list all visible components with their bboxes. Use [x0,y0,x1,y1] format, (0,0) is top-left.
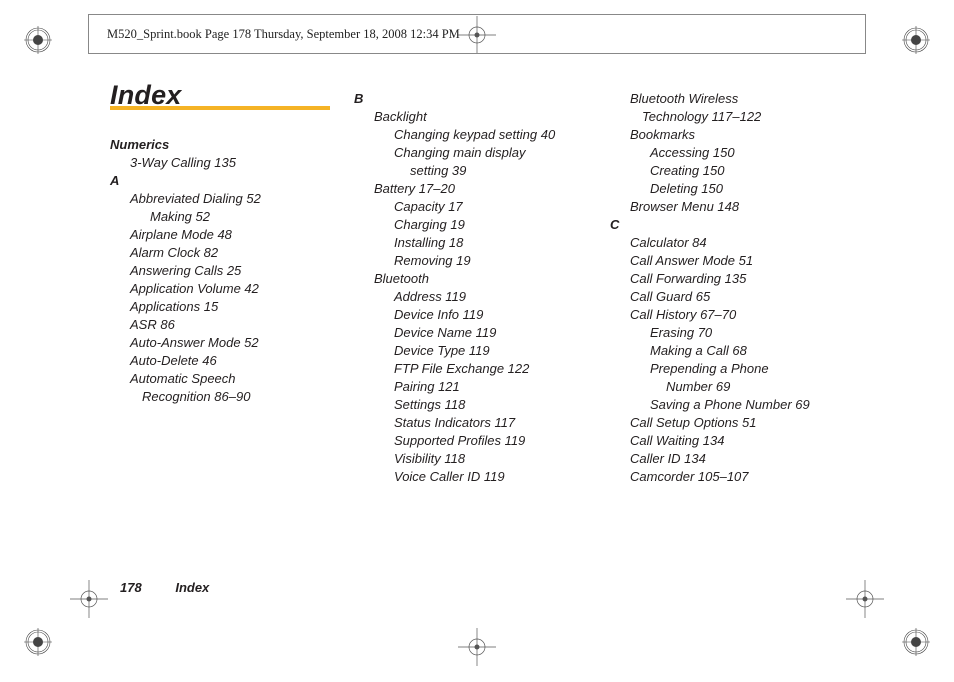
column-2: B Backlight Changing keypad setting 40 C… [354,90,604,486]
index-subentry: Status Indicators 117 [394,414,604,432]
crop-header-frame: M520_Sprint.book Page 178 Thursday, Sept… [88,14,866,54]
index-subentry: Saving a Phone Number 69 [650,396,870,414]
index-subentry: Voice Caller ID 119 [394,468,604,486]
index-entry-wrap: Recognition 86–90 [142,388,350,406]
index-subentry: Changing keypad setting 40 [394,126,604,144]
index-entry: Call Setup Options 51 [630,414,870,432]
page-title: Index [110,86,350,104]
index-subentry: Settings 118 [394,396,604,414]
index-entry: Call Waiting 134 [630,432,870,450]
index-entry: Call Answer Mode 51 [630,252,870,270]
index-entry: Airplane Mode 48 [130,226,350,244]
index-entry: Browser Menu 148 [630,198,870,216]
index-entry: Call Guard 65 [630,288,870,306]
index-entry: Automatic Speech [130,370,350,388]
index-subentry-wrap: Number 69 [666,378,870,396]
index-entry-wrap: Technology 117–122 [642,108,870,126]
index-entry: Bluetooth [374,270,604,288]
index-subentry: FTP File Exchange 122 [394,360,604,378]
index-entry: Caller ID 134 [630,450,870,468]
footer-page-number: 178 [120,580,142,595]
index-entry: Answering Calls 25 [130,262,350,280]
index-entry: Application Volume 42 [130,280,350,298]
index-subentry: Charging 19 [394,216,604,234]
section-numerics: Numerics [110,136,350,154]
footer-label: Index [175,580,209,595]
registration-mark-icon [24,26,52,54]
index-entry: Calculator 84 [630,234,870,252]
index-entry: ASR 86 [130,316,350,334]
index-subentry: Visibility 118 [394,450,604,468]
index-entry: Auto-Delete 46 [130,352,350,370]
index-subentry: Device Type 119 [394,342,604,360]
content-area: Index Numerics 3-Way Calling 135 A Abbre… [110,86,870,536]
registration-mark-icon [24,628,52,656]
column-3: Bluetooth Wireless Technology 117–122 Bo… [610,90,870,486]
crop-header-text: M520_Sprint.book Page 178 Thursday, Sept… [107,27,460,42]
index-entry: Battery 17–20 [374,180,604,198]
index-entry: Call History 67–70 [630,306,870,324]
index-entry: Bluetooth Wireless [630,90,870,108]
footer: 178 Index [120,580,209,595]
section-b: B [354,90,604,108]
index-subentry: Installing 18 [394,234,604,252]
registration-mark-icon [902,628,930,656]
section-a: A [110,172,350,190]
index-subentry: Removing 19 [394,252,604,270]
index-subentry: Supported Profiles 119 [394,432,604,450]
index-entry: Camcorder 105–107 [630,468,870,486]
index-subentry: Changing main display [394,144,604,162]
index-subentry: Address 119 [394,288,604,306]
column-1: Index Numerics 3-Way Calling 135 A Abbre… [110,86,350,406]
index-entry: Abbreviated Dialing 52 [130,190,350,208]
index-subentry: Device Info 119 [394,306,604,324]
registration-mark-icon [902,26,930,54]
index-entry: Bookmarks [630,126,870,144]
index-entry: Backlight [374,108,604,126]
index-entry: Call Forwarding 135 [630,270,870,288]
index-entry: Auto-Answer Mode 52 [130,334,350,352]
crop-mark-icon [70,580,108,618]
index-subentry: Device Name 119 [394,324,604,342]
index-subentry: Pairing 121 [394,378,604,396]
index-entry: Alarm Clock 82 [130,244,350,262]
crop-mark-icon [846,580,884,618]
index-subentry: Creating 150 [650,162,870,180]
index-subentry: Erasing 70 [650,324,870,342]
crop-mark-icon [458,628,496,666]
section-c: C [610,216,870,234]
index-subentry: Accessing 150 [650,144,870,162]
index-subentry-wrap: setting 39 [410,162,604,180]
index-subentry: Making 52 [150,208,350,226]
index-entry: Applications 15 [130,298,350,316]
index-subentry: Prepending a Phone [650,360,870,378]
index-subentry: Capacity 17 [394,198,604,216]
index-subentry: Deleting 150 [650,180,870,198]
index-entry: 3-Way Calling 135 [130,154,350,172]
index-subentry: Making a Call 68 [650,342,870,360]
